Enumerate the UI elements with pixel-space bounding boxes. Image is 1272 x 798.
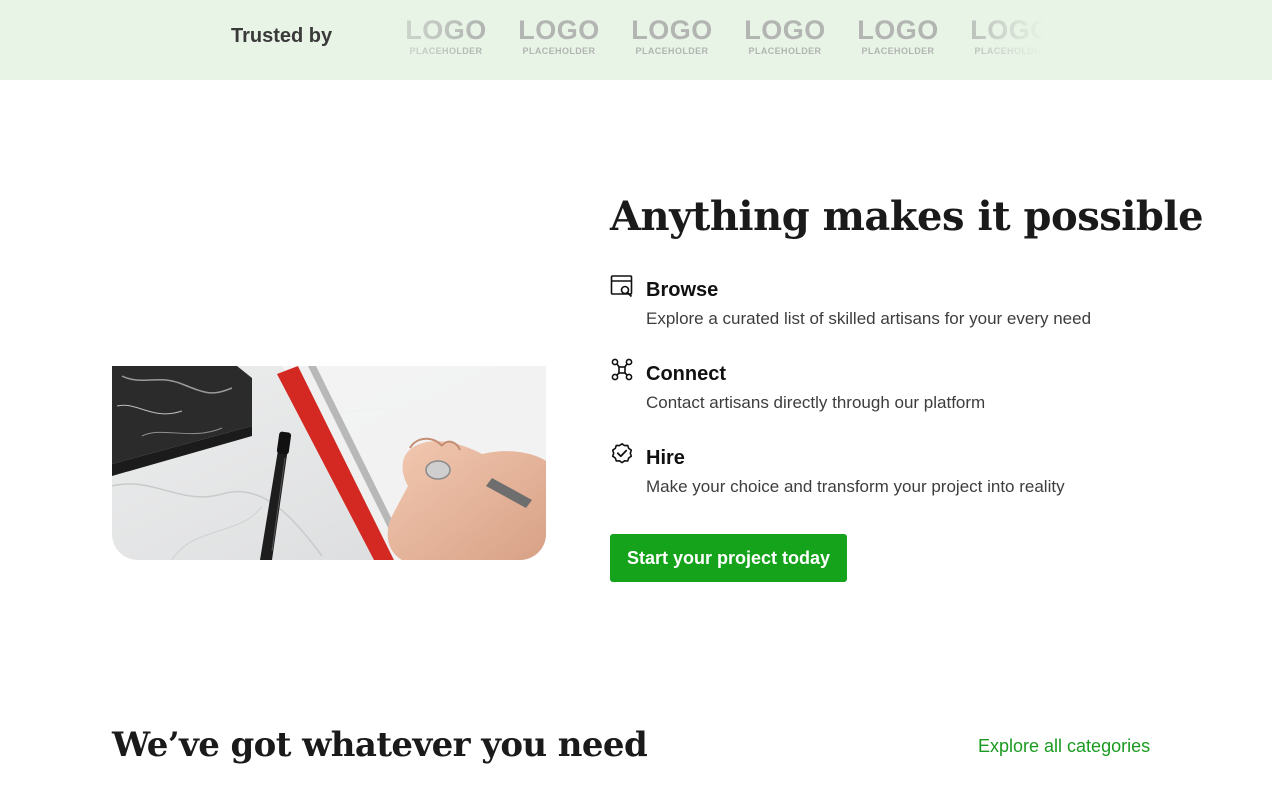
logo-wordmark: LOGO	[631, 15, 713, 45]
partner-logo: LOGO PLACEHOLDER	[517, 14, 601, 60]
partner-logo: LOGO PLACEHOLDER	[743, 14, 827, 60]
logo-carousel: LOGO PLACEHOLDER LOGO PLACEHOLDER LOGO P…	[404, 14, 1044, 60]
logo-subtext: PLACEHOLDER	[861, 46, 935, 56]
start-project-button[interactable]: Start your project today	[610, 534, 847, 582]
partner-logo: LOGO PLACEHOLDER	[856, 14, 940, 60]
feature-description: Explore a curated list of skilled artisa…	[646, 309, 1092, 328]
logo-subtext: PLACEHOLDER	[748, 46, 822, 56]
connect-nodes-icon	[611, 358, 633, 381]
logo-subtext: PLACEHOLDER	[635, 46, 709, 56]
logo-wordmark: LOGO	[970, 15, 1044, 45]
logo-wordmark: LOGO	[405, 15, 487, 45]
partner-logo: LOGO PLACEHOLDER	[630, 14, 714, 60]
explore-all-categories-link[interactable]: Explore all categories	[978, 735, 1150, 757]
partner-logo: LOGO PLACEHOLDER	[969, 14, 1044, 60]
logo-wordmark: LOGO	[518, 15, 600, 45]
partner-logo: LOGO PLACEHOLDER	[404, 14, 488, 60]
feature-description: Make your choice and transform your proj…	[646, 477, 1065, 496]
logo-wordmark: LOGO	[744, 15, 826, 45]
hire-verified-badge-icon	[611, 443, 633, 464]
feature-title: Hire	[646, 447, 685, 469]
browse-window-search-icon	[610, 275, 633, 298]
hero-headline: Anything makes it possible	[610, 193, 1204, 240]
hero-photo	[112, 366, 546, 560]
hero-photo-illustration	[112, 366, 546, 560]
trusted-by-bar: Trusted by LOGO PLACEHOLDER LOGO PLACEHO…	[0, 0, 1272, 80]
feature-description: Contact artisans directly through our pl…	[646, 393, 986, 412]
logo-subtext: PLACEHOLDER	[522, 46, 596, 56]
categories-section-title: We’ve got whatever you need	[112, 725, 648, 765]
feature-title: Browse	[646, 279, 719, 301]
logo-subtext: PLACEHOLDER	[409, 46, 483, 56]
feature-title: Connect	[646, 363, 726, 385]
logo-subtext: PLACEHOLDER	[974, 46, 1044, 56]
trusted-by-label: Trusted by	[231, 25, 333, 47]
logo-wordmark: LOGO	[857, 15, 939, 45]
